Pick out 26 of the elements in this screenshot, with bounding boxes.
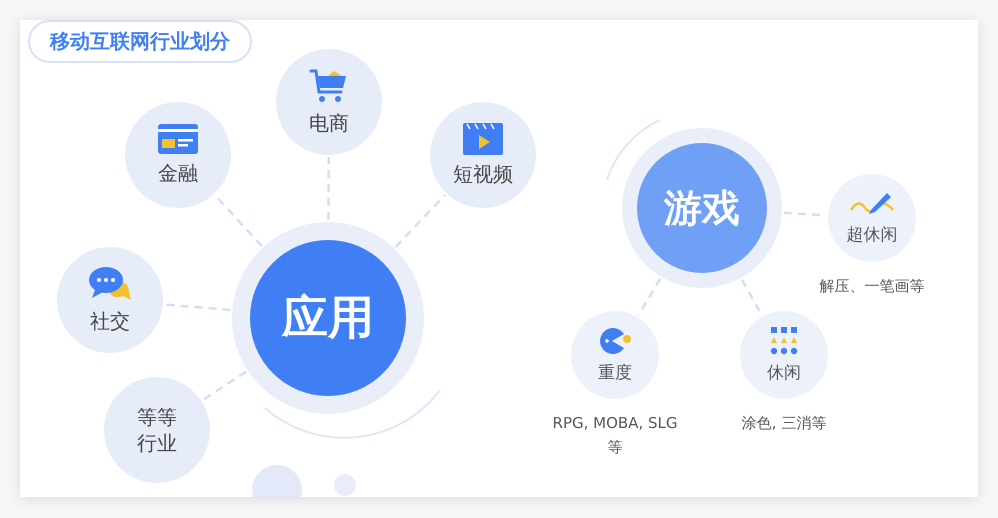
connector-line: [637, 278, 662, 316]
shapes-grid-icon: [769, 326, 799, 356]
slide-title: 移动互联网行业划分: [28, 20, 252, 63]
node-label: 电商: [309, 110, 349, 136]
node-caption: 解压、一笔画等: [818, 276, 926, 297]
node-label: 短视频: [453, 161, 513, 187]
shopping-cart-icon: [309, 68, 349, 104]
pacman-icon: [598, 326, 632, 356]
arc-line: [606, 119, 660, 180]
chat-bubble-icon: [89, 266, 131, 302]
node-label: 社交: [90, 308, 130, 334]
node-caption: 涂色, 三消等: [740, 413, 828, 434]
node-caption: RPG, MOBA, SLG 等: [552, 413, 678, 458]
connector-line: [327, 157, 330, 220]
connector-line: [784, 212, 826, 217]
connector-line: [164, 303, 230, 312]
decor-circle: [334, 474, 356, 496]
connector-line: [394, 194, 446, 248]
credit-card-icon: [158, 124, 198, 154]
node-label: 休闲: [767, 362, 801, 384]
connector-line: [202, 370, 247, 401]
node-label: 重度: [598, 362, 632, 384]
node-label: 等等行业: [136, 404, 178, 456]
video-clapper-icon: [463, 123, 503, 155]
node-label: 金融: [158, 160, 198, 186]
node-label: 超休闲: [846, 224, 898, 246]
